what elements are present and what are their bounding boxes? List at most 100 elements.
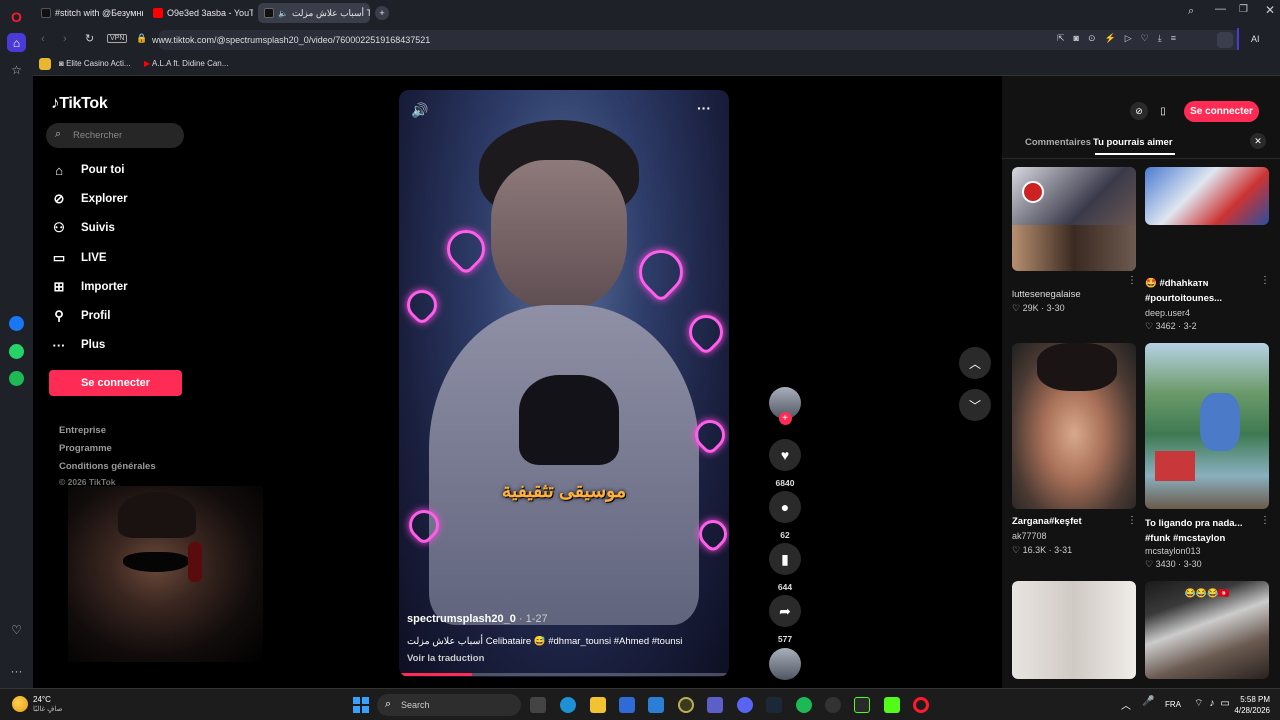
card-2-author[interactable]: deep.user4 — [1145, 308, 1190, 318]
weather-temp[interactable]: 24°C — [33, 695, 51, 704]
nav-item-suivis[interactable]: ⚇ Suivis — [51, 217, 115, 239]
store-icon[interactable] — [648, 697, 664, 713]
opera-icon[interactable] — [913, 697, 929, 713]
messenger-icon[interactable] — [9, 316, 24, 331]
video-thumbnail-card-4[interactable] — [1145, 343, 1269, 509]
comment-icon[interactable]: ● — [769, 491, 801, 523]
card-1-caption[interactable]: luttesenegalaise — [1012, 289, 1122, 300]
clock-time[interactable]: 5:58 PM — [1238, 695, 1270, 704]
star-icon[interactable]: ☆ — [7, 60, 26, 79]
new-tab-button[interactable]: + — [375, 6, 389, 20]
nav-item-plus[interactable]: ··· Plus — [51, 334, 106, 356]
tab-active-tiktok[interactable]: 🔈 أسباب علاش مزلت Tok — [258, 3, 370, 23]
card-3-author[interactable]: ak77708 — [1012, 531, 1047, 541]
footer-link-conditions[interactable]: Conditions générales — [59, 461, 156, 472]
close-icon[interactable]: ✕ — [1265, 3, 1275, 17]
share-icon[interactable]: ➦ — [769, 595, 801, 627]
app-icon[interactable] — [854, 697, 870, 713]
start-icon[interactable] — [353, 697, 369, 713]
video-author-line[interactable]: spectrumsplash20_0 · 1-27 — [407, 613, 548, 625]
nav-item-pour-toi[interactable]: ⌂ Pour toi — [51, 159, 124, 181]
ai-button[interactable]: AI — [1237, 28, 1277, 50]
whatsapp-icon[interactable] — [9, 344, 24, 359]
close-panel-icon[interactable]: ✕ — [1250, 133, 1266, 149]
footer-link-entreprise[interactable]: Entreprise — [59, 425, 106, 436]
nav-item-live[interactable]: ▭ LIVE — [51, 247, 107, 269]
video-author[interactable]: spectrumsplash20_0 — [407, 613, 516, 625]
card-4-caption[interactable]: To ligando pra nada... #funk #mcstaylon — [1145, 516, 1263, 546]
card-4-author[interactable]: mcstaylon013 — [1145, 546, 1201, 556]
card-4-more-icon[interactable]: ⋮ — [1260, 515, 1270, 526]
vpn-badge[interactable]: VPN — [107, 34, 128, 43]
like-button[interactable]: ♥ 6840 — [769, 439, 801, 488]
home-icon[interactable]: ⌂ — [7, 33, 26, 52]
card-2-more-icon[interactable]: ⋮ — [1260, 275, 1270, 286]
video-player[interactable]: 🔊 ··· موسيقى تثقيفية spectrumsplash20_0 … — [399, 90, 729, 677]
tab-stitch[interactable]: #stitch with @Безумный — [35, 3, 143, 23]
bookmark-icon[interactable]: ▮ — [769, 543, 801, 575]
video-thumbnail-card-6[interactable]: 😂😂😂🇹🇳 — [1145, 581, 1269, 679]
toolbar-icons[interactable]: ⇱◙⊙⚡▷♡⤓≡ — [1057, 33, 1185, 44]
tab-comments[interactable]: Commentaires — [1025, 137, 1091, 148]
reload-icon[interactable]: ↻ — [85, 32, 94, 45]
search-input[interactable]: ⌕ Rechercher — [46, 123, 184, 148]
app-icon[interactable] — [678, 697, 694, 713]
opera-logo-icon[interactable]: O — [7, 7, 26, 26]
more-icon[interactable]: ··· — [7, 661, 26, 680]
login-button[interactable]: Se connecter — [49, 370, 182, 396]
footer-link-programme[interactable]: Programme — [59, 443, 112, 454]
taskbar-search[interactable]: ⌕ Search — [377, 694, 521, 716]
author-avatar-button[interactable]: + — [769, 387, 801, 425]
video-thumbnail-card-2[interactable] — [1145, 167, 1269, 225]
bookmark-elite-casino[interactable]: ◙ Elite Casino Acti... — [59, 59, 131, 68]
translate-link[interactable]: Voir la traduction — [407, 653, 484, 664]
next-video-button[interactable]: ﹀ — [959, 389, 991, 421]
steam-icon[interactable] — [766, 697, 782, 713]
video-thumbnail-card-1[interactable] — [1012, 167, 1136, 271]
spotify-icon[interactable] — [9, 371, 24, 386]
tab-you-may-like[interactable]: Tu pourrais aimer — [1093, 137, 1173, 148]
language-indicator[interactable]: FRA — [1165, 700, 1181, 709]
restore-icon[interactable]: ❐ — [1239, 4, 1248, 15]
music-disc-icon[interactable] — [769, 648, 801, 680]
profile-icon[interactable] — [1217, 32, 1233, 48]
obs-icon[interactable] — [825, 697, 841, 713]
bookmark-folder-icon[interactable] — [39, 58, 51, 70]
previous-video-button[interactable]: ︿ — [959, 347, 991, 379]
compass-icon[interactable]: ⊘ — [1130, 102, 1148, 120]
kick-icon[interactable] — [884, 697, 900, 713]
clock-date[interactable]: 4/28/2026 — [1230, 706, 1270, 715]
nav-item-explorer[interactable]: ⊘ Explorer — [51, 188, 128, 210]
card-3-caption[interactable]: Zargana#keşfet — [1012, 516, 1122, 527]
card-3-more-icon[interactable]: ⋮ — [1127, 515, 1137, 526]
tray-chevron-icon[interactable]: ︿ — [1121, 697, 1131, 712]
card-1-more-icon[interactable]: ⋮ — [1127, 275, 1137, 286]
search-tabs-icon[interactable]: ⌕ — [1188, 5, 1194, 18]
weather-icon[interactable] — [12, 696, 28, 712]
save-button[interactable]: ▮ 644 — [769, 543, 801, 592]
more-options-icon[interactable]: ··· — [697, 100, 711, 116]
speaker-icon[interactable]: 🔈 — [278, 9, 288, 18]
video-progress-track[interactable] — [399, 673, 729, 676]
share-button[interactable]: ➦ 577 — [769, 595, 801, 644]
card-2-caption[interactable]: 🤩 #dhahkaᴛɴ #pourtoitounes... — [1145, 276, 1263, 306]
phone-icon[interactable]: ▯ — [1154, 102, 1172, 120]
tiktok-logo[interactable]: ♪TikTok — [51, 93, 108, 113]
forward-icon[interactable]: › — [63, 33, 67, 45]
nav-item-profil[interactable]: ⚲ Profil — [51, 305, 110, 327]
comment-button[interactable]: ● 62 — [769, 491, 801, 540]
discord-icon[interactable] — [737, 697, 753, 713]
follow-plus-icon[interactable]: + — [778, 412, 792, 425]
nav-item-importer[interactable]: ⊞ Importer — [51, 276, 128, 298]
file-explorer-icon[interactable] — [590, 697, 606, 713]
tab-youtube[interactable]: O9e3ed 3asba - YouTube — [147, 3, 253, 23]
video-thumbnail-card-3[interactable] — [1012, 343, 1136, 509]
header-login-button[interactable]: Se connecter — [1184, 101, 1259, 122]
bookmark-ala[interactable]: ▶ A.L.A ft. Didine Can... — [144, 59, 228, 68]
video-thumbnail-card-5[interactable] — [1012, 581, 1136, 679]
sound-button[interactable] — [769, 648, 801, 680]
volume-icon[interactable]: 🔊 — [411, 102, 428, 119]
edge-icon[interactable] — [560, 697, 576, 713]
heart-icon[interactable]: ♡ — [7, 620, 26, 639]
teams-icon[interactable] — [707, 697, 723, 713]
